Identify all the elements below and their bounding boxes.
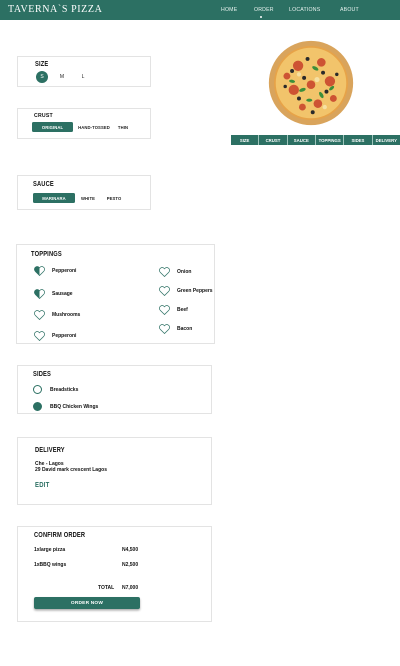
half-heart-icon xyxy=(34,266,45,276)
topping-label: Green Peppers xyxy=(177,288,213,294)
total-label: TOTAL xyxy=(98,585,115,591)
order-line-item: 1xlarge pizza xyxy=(34,547,66,553)
topping-item-beef[interactable]: Beef xyxy=(159,305,188,315)
active-nav-indicator xyxy=(260,16,263,19)
radio-selected-icon xyxy=(33,402,42,411)
crust-title: CRUST xyxy=(34,113,53,119)
nav-link-about[interactable]: ABOUT xyxy=(340,7,359,13)
tab-crust[interactable]: CRUST xyxy=(259,135,288,145)
heart-icon xyxy=(159,267,170,277)
tab-size[interactable]: SIZE xyxy=(231,135,260,145)
tab-toppings[interactable]: TOPPINGS xyxy=(316,135,345,145)
order-steps-tabbar: SIZE CRUST SAUCE TOPPINGS SIDES DELIVERY xyxy=(231,135,400,145)
nav-link-order[interactable]: ORDER xyxy=(254,7,274,13)
side-item-bbq-chicken-wings[interactable]: BBQ Chicken Wings xyxy=(33,402,98,411)
delivery-card: DELIVERY Che - Lagos 29 David mark cresc… xyxy=(17,437,212,505)
toppings-card: TOPPINGS Pepperoni Sausage Mushrooms Pep… xyxy=(16,244,215,344)
confirm-order-title: CONFIRM ORDER xyxy=(34,532,86,539)
topping-label: Pepperoni xyxy=(52,268,77,274)
sauce-title: SAUCE xyxy=(33,181,54,188)
side-label: Breadsticks xyxy=(50,386,79,393)
topping-label: Bacon xyxy=(177,326,193,332)
size-title: SIZE xyxy=(35,61,49,68)
total-value: N7,000 xyxy=(122,585,139,591)
topping-item-bacon[interactable]: Bacon xyxy=(159,324,192,334)
order-line-price: N2,500 xyxy=(122,562,139,568)
nav-link-home[interactable]: HOME xyxy=(221,7,237,13)
topping-label: Onion xyxy=(177,269,192,275)
toppings-title: TOPPINGS xyxy=(31,251,62,258)
topping-label: Beef xyxy=(177,307,188,313)
crust-option-original[interactable]: ORIGINAL xyxy=(32,122,73,132)
topping-item-pepperoni-2[interactable]: Pepperoni xyxy=(34,331,76,341)
tab-sauce[interactable]: SAUCE xyxy=(288,135,316,145)
size-option-s[interactable]: S xyxy=(36,71,48,83)
heart-icon xyxy=(34,310,45,320)
delivery-address: 29 David mark crescent Lagos xyxy=(35,467,107,473)
sauce-option-marinara[interactable]: MARINARA xyxy=(33,193,75,203)
size-option-l[interactable]: L xyxy=(77,71,89,83)
order-now-button[interactable]: ORDER NOW xyxy=(34,597,140,609)
heart-icon xyxy=(159,305,170,315)
radio-unselected-icon xyxy=(33,385,42,394)
topping-item-green-peppers[interactable]: Green Peppers xyxy=(159,286,213,296)
tab-delivery[interactable]: DELIVERY xyxy=(373,135,400,145)
heart-icon xyxy=(159,324,170,334)
half-heart-icon xyxy=(34,289,45,299)
side-item-breadsticks[interactable]: Breadsticks xyxy=(33,385,78,394)
topping-label: Mushrooms xyxy=(52,312,81,318)
pizza-image xyxy=(268,40,354,126)
topping-item-pepperoni[interactable]: Pepperoni xyxy=(34,266,76,276)
sides-card: SIDES Breadsticks BBQ Chicken Wings xyxy=(17,365,212,414)
size-card: SIZE S M L xyxy=(17,56,151,87)
topping-label: Sausage xyxy=(52,291,73,297)
sauce-option-white[interactable]: WHITE xyxy=(78,193,98,203)
edit-delivery-link[interactable]: EDIT xyxy=(35,482,50,489)
topping-item-onion[interactable]: Onion xyxy=(159,267,191,277)
crust-option-hand-tossed[interactable]: HAND-TOSSED xyxy=(77,122,111,132)
crust-option-thin[interactable]: THIN xyxy=(114,122,132,132)
topping-item-sausage[interactable]: Sausage xyxy=(34,289,73,299)
order-line-item: 1xBBQ wings xyxy=(34,562,67,568)
topping-item-mushrooms[interactable]: Mushrooms xyxy=(34,310,80,320)
side-label: BBQ Chicken Wings xyxy=(50,403,99,410)
topping-label: Pepperoni xyxy=(52,333,77,339)
heart-icon xyxy=(159,286,170,296)
sauce-option-pesto[interactable]: PESTO xyxy=(103,193,125,203)
nav-link-locations[interactable]: LOCATIONS xyxy=(289,7,320,13)
sides-title: SIDES xyxy=(33,371,52,378)
order-line-price: N4,500 xyxy=(122,547,139,553)
size-option-m[interactable]: M xyxy=(56,71,68,83)
tab-sides[interactable]: SIDES xyxy=(344,135,373,145)
brand-logo[interactable]: TAVERNA`S PIZZA xyxy=(8,4,102,15)
sauce-card: SAUCE MARINARA WHITE PESTO xyxy=(17,175,151,210)
heart-icon xyxy=(34,331,45,341)
delivery-title: DELIVERY xyxy=(35,447,65,454)
crust-card: CRUST ORIGINAL HAND-TOSSED THIN xyxy=(17,108,151,139)
top-nav-bar: TAVERNA`S PIZZA HOME ORDER LOCATIONS ABO… xyxy=(0,0,400,20)
